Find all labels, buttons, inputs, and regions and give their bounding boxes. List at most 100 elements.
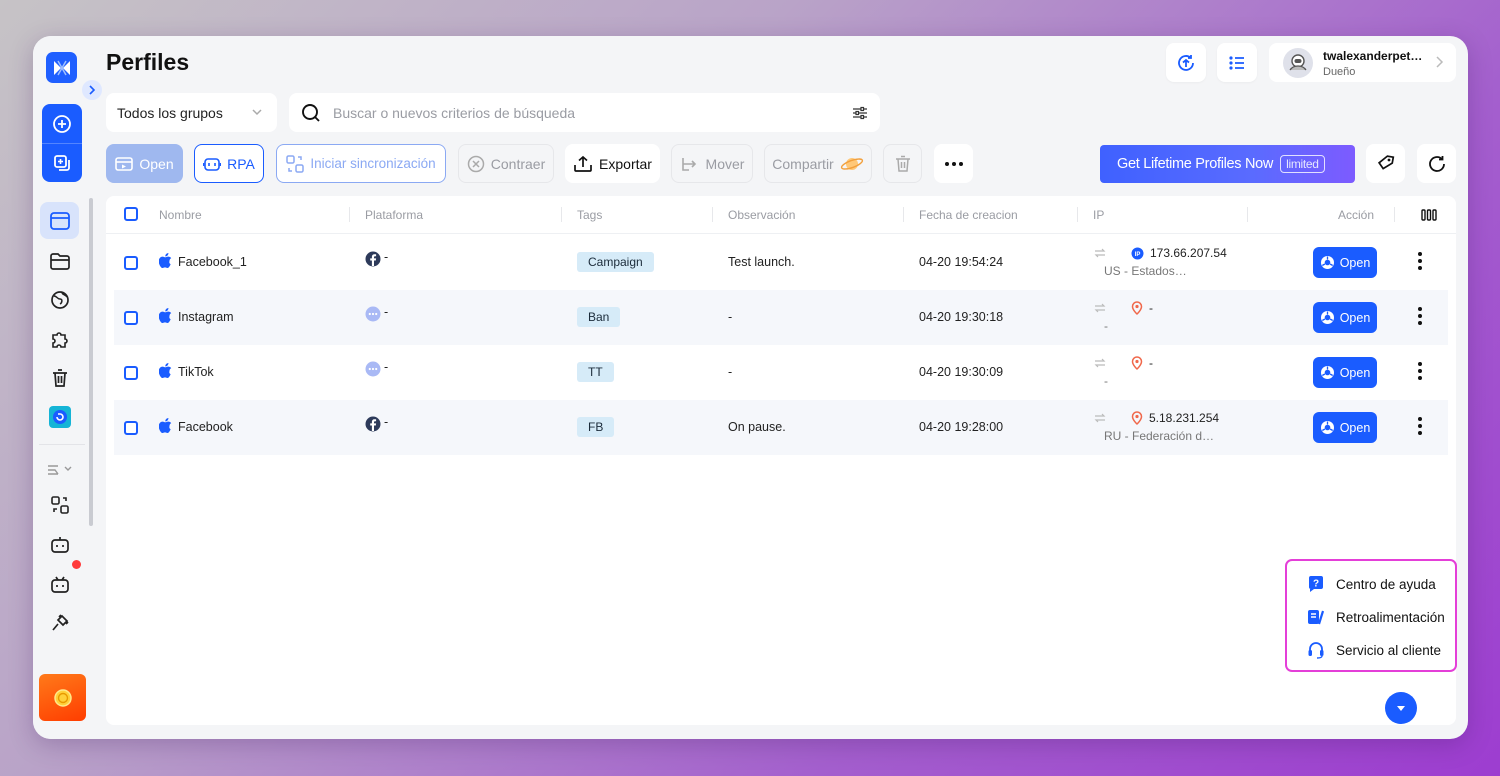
column-ip[interactable]: IP: [1093, 208, 1104, 222]
ip-location: -: [1104, 319, 1108, 333]
tag-icon: [1377, 154, 1394, 170]
row-checkbox[interactable]: [124, 366, 138, 380]
open-profile-button[interactable]: Open: [1313, 247, 1377, 278]
sidebar-scrollbar[interactable]: [89, 198, 93, 526]
help-center-item[interactable]: ? Centro de ayuda: [1307, 575, 1436, 593]
apple-icon: [159, 363, 172, 378]
table-header: Nombre Plataforma Tags Observación Fecha…: [106, 196, 1456, 234]
batch-create-button[interactable]: [42, 143, 82, 182]
refresh-button[interactable]: [1417, 144, 1456, 183]
column-tags[interactable]: Tags: [577, 208, 602, 222]
create-profile-button[interactable]: [42, 104, 82, 143]
open-profile-button[interactable]: Open: [1313, 412, 1377, 443]
tag-button[interactable]: [1366, 144, 1405, 183]
start-sync-button[interactable]: Iniciar sincronización: [276, 144, 446, 183]
sidebar-item-sync-app[interactable]: [40, 398, 79, 435]
sidebar-item-sync-manager[interactable]: [40, 486, 79, 523]
task-list-button[interactable]: [1217, 43, 1257, 82]
column-divider[interactable]: [1394, 207, 1395, 222]
observation: On pause.: [728, 420, 786, 434]
swap-icon[interactable]: [1094, 248, 1106, 258]
row-checkbox[interactable]: [124, 256, 138, 270]
swap-icon[interactable]: [1094, 358, 1106, 368]
more-vertical-icon[interactable]: [1417, 361, 1423, 381]
swap-icon[interactable]: [1094, 303, 1106, 313]
banner-text: Get Lifetime Profiles Now: [1117, 156, 1274, 172]
column-divider[interactable]: [1247, 207, 1248, 222]
share-button[interactable]: Compartir: [764, 144, 872, 183]
help-fab-button[interactable]: [1385, 692, 1417, 724]
column-divider[interactable]: [349, 207, 350, 222]
filter-sliders-icon: [853, 106, 867, 120]
row-checkbox[interactable]: [124, 421, 138, 435]
help-center-label: Centro de ayuda: [1336, 576, 1436, 592]
sidebar-item-groups[interactable]: [40, 242, 79, 279]
select-all-checkbox[interactable]: [124, 207, 138, 221]
help-menu: ? Centro de ayuda Retroalimentación Serv…: [1285, 559, 1457, 672]
ip-address: -: [1131, 301, 1153, 315]
sidebar-item-trash[interactable]: [40, 359, 79, 396]
more-horizontal-icon: [944, 161, 963, 166]
export-button[interactable]: Exportar: [565, 144, 660, 183]
lifetime-offer-banner[interactable]: Get Lifetime Profiles Now limited: [1100, 145, 1355, 183]
table-row[interactable]: Facebook_1 - Campaign Test launch. 04-20…: [114, 235, 1448, 290]
sidebar-item-extensions[interactable]: [40, 320, 79, 357]
table-row[interactable]: Instagram - Ban - 04-20 19:30:18 - - Ope…: [114, 290, 1448, 345]
browser-core-icon: [1320, 421, 1334, 434]
open-profile-button[interactable]: Open: [1313, 357, 1377, 388]
column-platform[interactable]: Plataforma: [365, 208, 423, 222]
column-observation[interactable]: Observación: [728, 208, 795, 222]
promo-tile[interactable]: [39, 674, 86, 721]
sidebar-item-rpa-tasks[interactable]: [40, 566, 79, 603]
feedback-item[interactable]: Retroalimentación: [1307, 608, 1445, 626]
sidebar-item-profiles[interactable]: [40, 202, 79, 239]
sidebar-item-api[interactable]: [40, 604, 79, 641]
group-select[interactable]: Todos los grupos: [106, 93, 277, 132]
more-actions-button[interactable]: [934, 144, 973, 183]
column-created[interactable]: Fecha de creacion: [919, 208, 1018, 222]
tag-badge[interactable]: FB: [577, 417, 615, 437]
open-selected-button[interactable]: Open: [106, 144, 183, 183]
swap-icon[interactable]: [1094, 413, 1106, 423]
user-menu[interactable]: twalexanderpet… Dueño: [1269, 43, 1456, 82]
search-input[interactable]: [333, 104, 813, 121]
window-sync-icon: [286, 154, 305, 173]
customer-service-item[interactable]: Servicio al cliente: [1307, 641, 1441, 659]
chevron-down-icon: [252, 109, 262, 116]
more-vertical-icon[interactable]: [1417, 416, 1423, 436]
share-label: Compartir: [772, 155, 834, 172]
column-divider[interactable]: [903, 207, 904, 222]
automation-chevron-icon: [47, 464, 71, 475]
column-name[interactable]: Nombre: [159, 208, 202, 222]
delete-button[interactable]: [883, 144, 922, 183]
rpa-button[interactable]: RPA: [194, 144, 264, 183]
column-divider[interactable]: [561, 207, 562, 222]
platform-value: -: [384, 250, 389, 264]
folder-icon: [49, 252, 70, 270]
sidebar-item-proxies[interactable]: [40, 281, 79, 318]
feedback-edit-icon: [1308, 610, 1325, 625]
notification-dot: [72, 560, 81, 569]
help-question-icon: ?: [1309, 576, 1323, 592]
more-vertical-icon[interactable]: [1417, 306, 1423, 326]
sidebar-section-toggle[interactable]: [40, 450, 79, 487]
sidebar-item-rpa[interactable]: [40, 526, 79, 563]
column-divider[interactable]: [712, 207, 713, 222]
ip-value: -: [1149, 356, 1153, 370]
tag-badge[interactable]: Ban: [577, 307, 621, 327]
column-divider[interactable]: [1077, 207, 1078, 222]
column-settings-icon[interactable]: [1421, 209, 1437, 221]
open-profile-button[interactable]: Open: [1313, 302, 1377, 333]
upload-sync-button[interactable]: [1166, 43, 1206, 82]
tag-badge[interactable]: Campaign: [577, 252, 654, 272]
sidebar-expand-button[interactable]: [82, 80, 102, 100]
customer-service-label: Servicio al cliente: [1336, 642, 1442, 658]
table-row[interactable]: Facebook - FB On pause. 04-20 19:28:00 5…: [114, 400, 1448, 455]
move-button[interactable]: Mover: [671, 144, 753, 183]
more-vertical-icon[interactable]: [1417, 251, 1423, 271]
table-row[interactable]: TikTok - TT - 04-20 19:30:09 - - Open: [114, 345, 1448, 400]
row-checkbox[interactable]: [124, 311, 138, 325]
browser-core-icon: [1320, 366, 1334, 379]
collapse-button[interactable]: Contraer: [458, 144, 554, 183]
tag-badge[interactable]: TT: [577, 362, 614, 382]
